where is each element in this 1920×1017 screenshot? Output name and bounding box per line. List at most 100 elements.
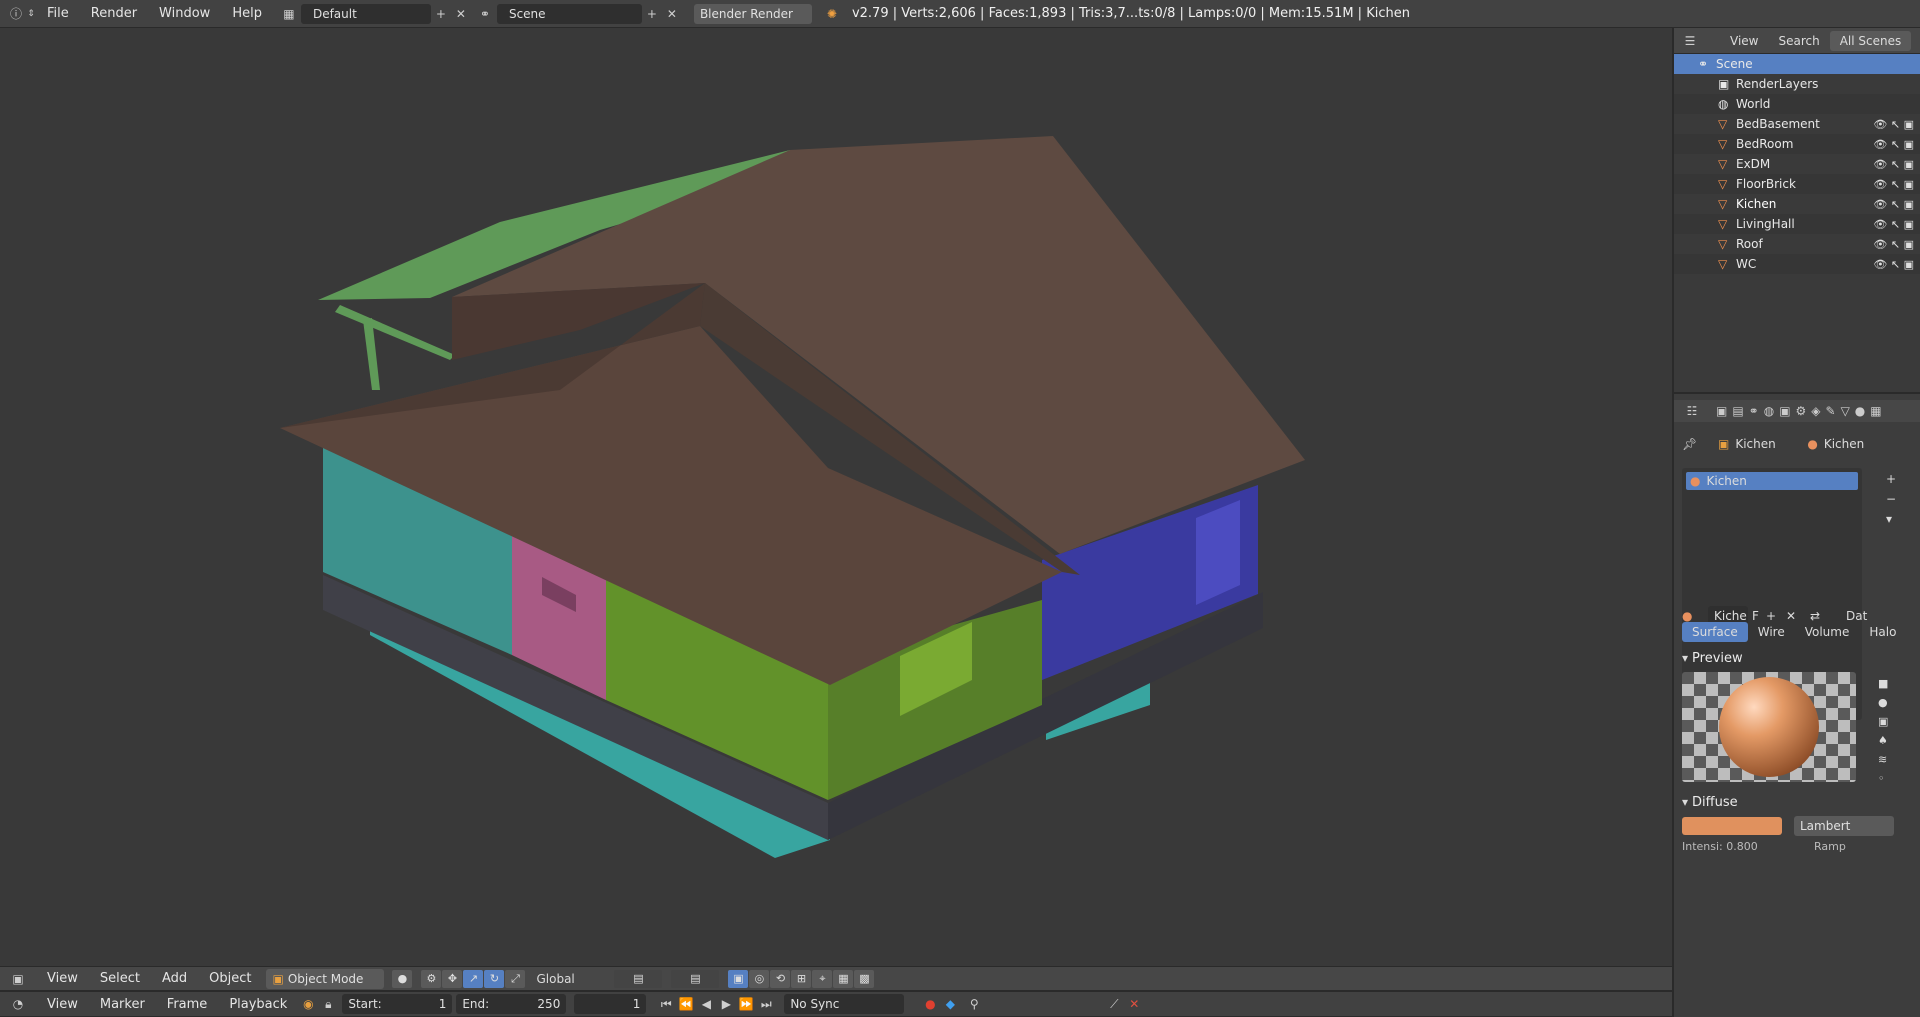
type-tab-halo[interactable]: Halo bbox=[1859, 622, 1906, 642]
mode-select[interactable]: ▣ Object Mode bbox=[266, 968, 385, 989]
intensity-field[interactable]: Intensi: 0.800 bbox=[1682, 840, 1802, 853]
menu-help[interactable]: Help bbox=[221, 6, 273, 21]
bone-icon[interactable]: ⟋ bbox=[1104, 995, 1124, 1013]
outliner-tab-search[interactable]: Search bbox=[1768, 31, 1829, 51]
scene-field[interactable]: Scene bbox=[496, 3, 642, 24]
pivot-icon[interactable]: ⚙ bbox=[421, 969, 442, 988]
tree-item-roof[interactable]: ▽ Roof 👁︎ ↖ ▣ bbox=[1674, 234, 1920, 254]
restrict-columns[interactable]: 👁︎ ↖ ▣ bbox=[1873, 198, 1914, 211]
properties-editor-icon[interactable]: ☷ bbox=[1682, 402, 1702, 420]
tree-item-bedroom[interactable]: ▽ BedRoom 👁︎ ↖ ▣ bbox=[1674, 134, 1920, 154]
type-tab-wire[interactable]: Wire bbox=[1748, 622, 1795, 642]
tl-menu-marker[interactable]: Marker bbox=[89, 997, 156, 1012]
diffuse-shader-select[interactable]: Lambert bbox=[1794, 816, 1894, 836]
timeline-editor-icon[interactable]: ◔ bbox=[8, 995, 28, 1013]
preview-type-buttons[interactable]: ■ ● ▣ ♠ ≋ ◦ bbox=[1878, 674, 1888, 788]
add-scene-icon[interactable]: + bbox=[642, 5, 662, 23]
fake-user-button[interactable]: F bbox=[1752, 609, 1766, 623]
play-icon[interactable]: ▶ bbox=[716, 995, 736, 1013]
prev-keyframe-icon[interactable]: ⏪ bbox=[676, 995, 696, 1013]
remove-screen-icon[interactable]: ✕ bbox=[451, 5, 471, 23]
menu-render[interactable]: Render bbox=[80, 6, 148, 21]
new-material-icon[interactable]: + bbox=[1766, 609, 1786, 623]
tree-item-world[interactable]: ◍ World bbox=[1674, 94, 1920, 114]
context-tabs[interactable]: ▣▤⚭◍▣⚙◈✎▽●▦ bbox=[1716, 404, 1887, 418]
orientation-select[interactable]: Global bbox=[536, 972, 600, 986]
render-engine-select[interactable]: Blender Render bbox=[693, 3, 812, 24]
material-slot-item[interactable]: ● Kichen bbox=[1686, 472, 1858, 490]
unlink-icon[interactable]: ✕ bbox=[1124, 995, 1144, 1013]
vp-menu-object[interactable]: Object bbox=[198, 971, 262, 986]
link-icon[interactable]: ⇄ bbox=[1810, 609, 1840, 623]
preview-panel-header[interactable]: ▾ Preview bbox=[1682, 648, 1912, 668]
manipulator-icon[interactable]: ✥ bbox=[442, 969, 463, 988]
info-editor-icon[interactable]: ⓘ bbox=[6, 5, 26, 23]
record-icon[interactable]: ● bbox=[920, 995, 940, 1013]
layers-icon-2[interactable]: ▤ bbox=[671, 969, 720, 988]
restrict-columns[interactable]: 👁︎ ↖ ▣ bbox=[1873, 118, 1914, 131]
proportional-edit-icon[interactable]: ◎ bbox=[749, 969, 770, 988]
translate-icon[interactable]: ↗ bbox=[463, 969, 484, 988]
remove-slot-icon[interactable]: − bbox=[1886, 492, 1896, 506]
lock-layers-icon[interactable]: ▣ bbox=[728, 969, 749, 988]
restrict-columns[interactable]: 👁︎ ↖ ▣ bbox=[1873, 138, 1914, 151]
menu-window[interactable]: Window bbox=[148, 6, 221, 21]
scene-icon[interactable]: ⚭ bbox=[475, 5, 495, 23]
start-frame-field[interactable]: Start: 1 bbox=[342, 994, 453, 1014]
unlink-material-icon[interactable]: ✕ bbox=[1786, 609, 1810, 623]
scale-icon[interactable]: ⤢ bbox=[505, 969, 526, 988]
preview-range-icon[interactable]: ◉ bbox=[298, 995, 318, 1013]
restrict-columns[interactable]: 👁︎ ↖ ▣ bbox=[1873, 238, 1914, 251]
restrict-columns[interactable]: 👁︎ ↖ ▣ bbox=[1873, 218, 1914, 231]
current-frame-field[interactable]: 1 bbox=[574, 994, 647, 1014]
tree-item-exdm[interactable]: ▽ ExDM 👁︎ ↖ ▣ bbox=[1674, 154, 1920, 174]
diffuse-color-swatch[interactable] bbox=[1682, 817, 1782, 835]
editor-type-icon[interactable]: ▣ bbox=[8, 970, 28, 988]
next-keyframe-icon[interactable]: ⏩ bbox=[736, 995, 756, 1013]
outliner-editor-icon[interactable]: ☰ bbox=[1680, 32, 1700, 50]
tl-menu-frame[interactable]: Frame bbox=[156, 997, 219, 1012]
slot-menu-icon[interactable]: ▾ bbox=[1886, 512, 1892, 526]
3d-viewport[interactable] bbox=[0, 28, 1672, 966]
add-screen-icon[interactable]: + bbox=[431, 5, 451, 23]
layers-icon[interactable]: ▤ bbox=[614, 969, 663, 988]
diffuse-panel-header[interactable]: ▾ Diffuse bbox=[1682, 792, 1912, 812]
outliner-tab-view[interactable]: View bbox=[1720, 31, 1768, 51]
tree-item-livinghall[interactable]: ▽ LivingHall 👁︎ ↖ ▣ bbox=[1674, 214, 1920, 234]
jump-end-icon[interactable]: ⏭ bbox=[756, 995, 776, 1013]
screen-layout-icon[interactable]: ▦ bbox=[279, 5, 299, 23]
remove-scene-icon[interactable]: ✕ bbox=[662, 5, 682, 23]
shading-sphere-icon[interactable]: ● bbox=[392, 969, 413, 988]
keyframe-insert-icon[interactable]: ⚲ bbox=[964, 995, 984, 1013]
keying-set-icon[interactable]: ◆ bbox=[940, 995, 960, 1013]
sync-select[interactable]: No Sync bbox=[784, 994, 905, 1014]
type-tab-volume[interactable]: Volume bbox=[1795, 622, 1860, 642]
vp-menu-add[interactable]: Add bbox=[151, 971, 198, 986]
tl-menu-playback[interactable]: Playback bbox=[218, 997, 298, 1012]
lock-icon[interactable]: 🔒︎ bbox=[318, 995, 338, 1013]
tree-item-kichen[interactable]: ▽ Kichen 👁︎ ↖ ▣ bbox=[1674, 194, 1920, 214]
outliner-display-mode[interactable]: All Scenes bbox=[1829, 30, 1912, 51]
tree-item-wc[interactable]: ▽ WC 👁︎ ↖ ▣ bbox=[1674, 254, 1920, 274]
snap-element-icon[interactable]: ⊞ bbox=[791, 969, 812, 988]
add-slot-icon[interactable]: + bbox=[1886, 472, 1896, 486]
restrict-columns[interactable]: 👁︎ ↖ ▣ bbox=[1873, 178, 1914, 191]
jump-start-icon[interactable]: ⏮ bbox=[656, 995, 676, 1013]
tl-menu-view[interactable]: View bbox=[36, 997, 89, 1012]
tree-item-renderlayers[interactable]: ▣ RenderLayers bbox=[1674, 74, 1920, 94]
vp-menu-select[interactable]: Select bbox=[89, 971, 151, 986]
tree-item-scene[interactable]: ⚭ Scene bbox=[1674, 54, 1920, 74]
snap-target-icon[interactable]: ⌖ bbox=[812, 969, 833, 988]
play-reverse-icon[interactable]: ◀ bbox=[696, 995, 716, 1013]
tree-item-bedbasement[interactable]: ▽ BedBasement 👁︎ ↖ ▣ bbox=[1674, 114, 1920, 134]
render-anim-icon[interactable]: ▩ bbox=[854, 969, 875, 988]
end-frame-field[interactable]: End: 250 bbox=[456, 994, 567, 1014]
tree-item-floorbrick[interactable]: ▽ FloorBrick 👁︎ ↖ ▣ bbox=[1674, 174, 1920, 194]
rotate-icon[interactable]: ↻ bbox=[484, 969, 505, 988]
material-browse-icon[interactable]: ● bbox=[1682, 609, 1708, 623]
vp-menu-view[interactable]: View bbox=[36, 971, 89, 986]
type-tab-surface[interactable]: Surface bbox=[1682, 622, 1748, 642]
screen-layout-field[interactable]: Default bbox=[300, 3, 431, 24]
restrict-columns[interactable]: 👁︎ ↖ ▣ bbox=[1873, 158, 1914, 171]
render-opengl-icon[interactable]: ▦ bbox=[833, 969, 854, 988]
